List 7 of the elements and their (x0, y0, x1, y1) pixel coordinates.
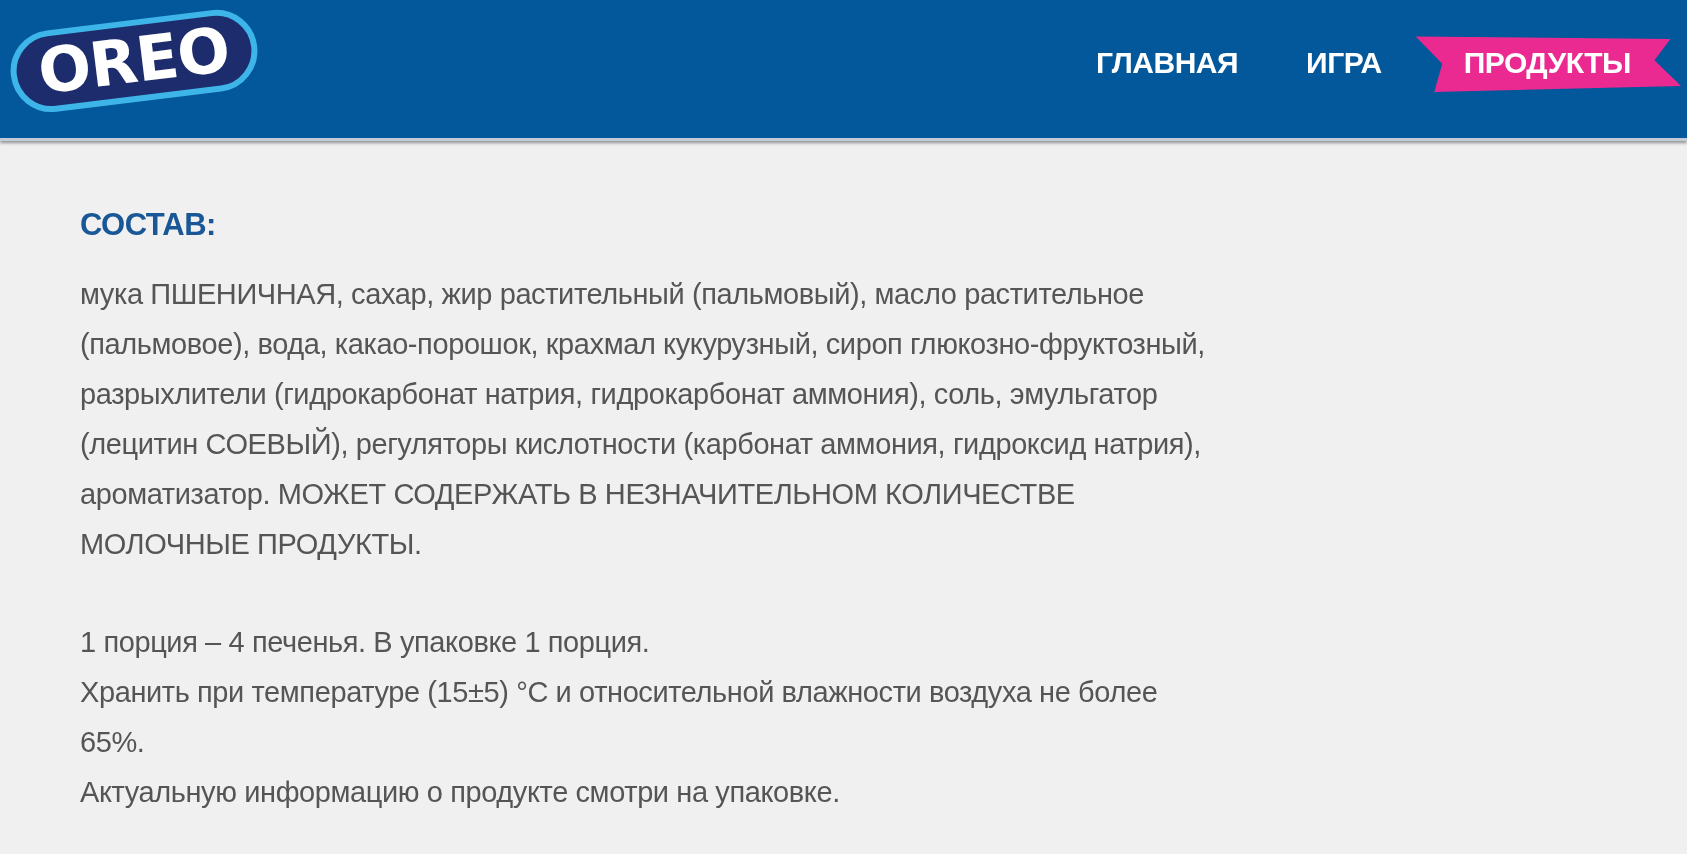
section-heading: СОСТАВ: (80, 207, 216, 243)
nav-tab[interactable]: ГЛАВНАЯ (1062, 33, 1273, 92)
nav-tab[interactable]: ИГРА (1272, 33, 1416, 92)
info-text: Хранить при температуре (15±5) °C и относительной влажности воздуха не более 65%. (80, 675, 1159, 760)
ingredients-text: мука ПШЕНИЧНАЯ, сахар, жир растительный (пальмовый), масло растительное (пальмовое), вода, какао-порошок, крахмал кукурузный, сироп глюкозно-фруктозный, разрыхлители (гидрокарбонат натрия, гидрокарбонат аммония), соль, эмульгатор (лецитин СОЕВЫЙ), регуляторы кислотности (карбонат аммония, гидроксид натрия), ароматизатор. МОЖЕТ СОДЕРЖАТЬ В НЕЗНАЧИТЕЛЬНОМ КОЛИЧЕСТВЕ МОЛОЧНЫЕ ПРОДУКТЫ. (80, 277, 1206, 562)
info-text: Актуальную информацию о продукте смотри на упаковке. (80, 775, 841, 810)
info-text: 1 порция – 4 печенья. В упаковке 1 порция. (80, 625, 651, 660)
